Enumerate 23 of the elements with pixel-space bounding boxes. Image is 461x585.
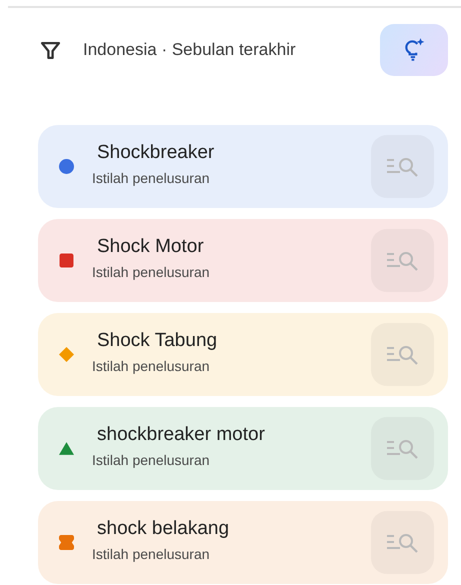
explore-button[interactable] — [371, 511, 434, 574]
ideas-button[interactable] — [380, 24, 448, 76]
term-type: Istilah penelusuran — [92, 170, 211, 186]
term-name: shock belakang — [97, 518, 230, 540]
term-type: Istilah penelusuran — [92, 546, 211, 562]
explore-button[interactable] — [371, 135, 434, 198]
term-type: Istilah penelusuran — [92, 452, 211, 468]
explore-button[interactable] — [371, 417, 434, 480]
term-type: Istilah penelusuran — [92, 358, 211, 374]
term-card[interactable]: shock belakang Istilah penelusuran — [38, 501, 448, 584]
explore-button[interactable] — [371, 229, 434, 292]
term-card[interactable]: Shockbreaker Istilah penelusuran — [38, 125, 448, 208]
term-name: Shock Motor — [97, 236, 205, 258]
filter-icon[interactable] — [40, 40, 61, 60]
term-name: Shockbreaker — [97, 142, 216, 164]
term-name: Shock Tabung — [97, 330, 218, 352]
term-card[interactable]: Shock Tabung Istilah penelusuran — [38, 313, 448, 396]
term-type: Istilah penelusuran — [92, 264, 211, 280]
filter-label[interactable]: Indonesia · Sebulan terakhir — [83, 40, 380, 60]
term-card[interactable]: shockbreaker motor Istilah penelusuran — [38, 407, 448, 490]
explore-button[interactable] — [371, 323, 434, 386]
term-card[interactable]: Shock Motor Istilah penelusuran — [38, 219, 448, 302]
term-name: shockbreaker motor — [97, 424, 266, 446]
